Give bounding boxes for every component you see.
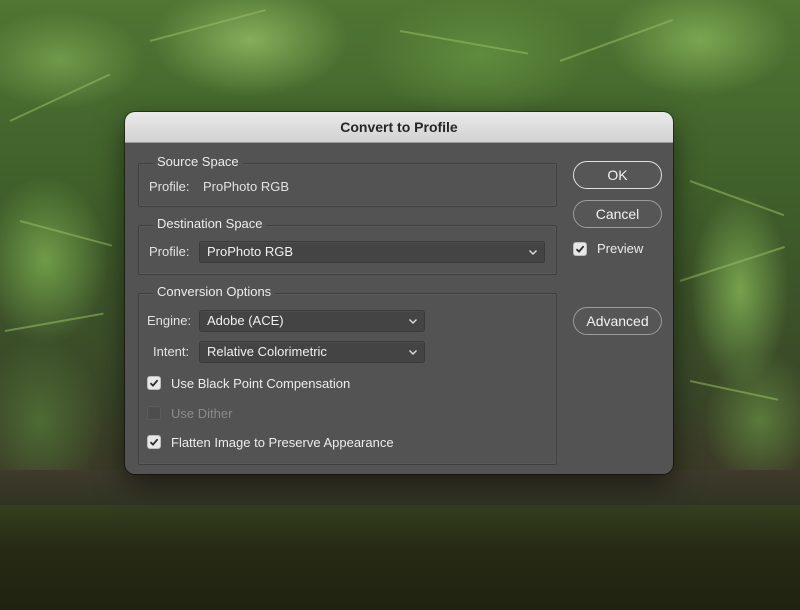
checkmark-icon bbox=[575, 245, 585, 253]
cancel-button[interactable]: Cancel bbox=[573, 200, 662, 228]
ok-button[interactable]: OK bbox=[573, 161, 662, 189]
chevron-down-icon bbox=[408, 318, 418, 325]
intent-value: Relative Colorimetric bbox=[207, 344, 327, 359]
source-space-legend: Source Space bbox=[153, 154, 243, 170]
destination-profile-label: Profile: bbox=[149, 244, 190, 259]
convert-to-profile-dialog: Convert to Profile Source Space Profile:… bbox=[125, 112, 673, 474]
black-point-compensation-checkbox[interactable] bbox=[147, 376, 161, 390]
source-profile-label: Profile: bbox=[149, 179, 190, 194]
flatten-image-checkbox[interactable] bbox=[147, 435, 161, 449]
checkmark-icon bbox=[149, 379, 159, 387]
engine-value: Adobe (ACE) bbox=[207, 313, 284, 328]
checkmark-icon bbox=[149, 438, 159, 446]
advanced-button[interactable]: Advanced bbox=[573, 307, 662, 335]
source-profile-value: ProPhoto RGB bbox=[203, 179, 289, 194]
intent-label: Intent: bbox=[153, 344, 190, 359]
pond-water bbox=[0, 505, 800, 610]
engine-label: Engine: bbox=[147, 313, 192, 328]
destination-profile-select[interactable]: ProPhoto RGB bbox=[199, 241, 545, 263]
use-dither-label: Use Dither bbox=[171, 406, 233, 421]
dialog-title: Convert to Profile bbox=[340, 119, 458, 135]
flatten-image-label[interactable]: Flatten Image to Preserve Appearance bbox=[171, 435, 394, 451]
engine-select[interactable]: Adobe (ACE) bbox=[199, 310, 425, 332]
chevron-down-icon bbox=[528, 249, 538, 256]
use-dither-checkbox bbox=[147, 406, 161, 420]
preview-checkbox[interactable] bbox=[573, 242, 587, 256]
destination-space-legend: Destination Space bbox=[153, 216, 267, 232]
root-line bbox=[0, 470, 800, 510]
destination-profile-value: ProPhoto RGB bbox=[207, 244, 293, 259]
preview-label[interactable]: Preview bbox=[597, 241, 643, 257]
conversion-options-legend: Conversion Options bbox=[153, 284, 276, 300]
dialog-titlebar[interactable]: Convert to Profile bbox=[125, 112, 673, 143]
intent-select[interactable]: Relative Colorimetric bbox=[199, 341, 425, 363]
chevron-down-icon bbox=[408, 349, 418, 356]
black-point-compensation-label[interactable]: Use Black Point Compensation bbox=[171, 376, 350, 392]
